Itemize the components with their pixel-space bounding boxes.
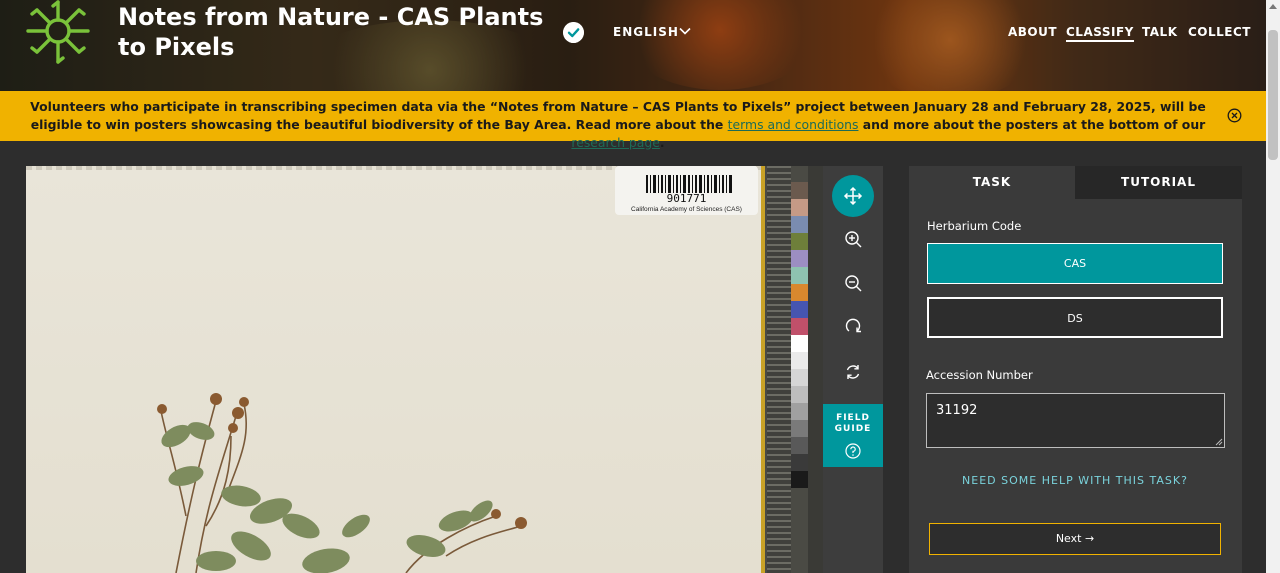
project-title[interactable]: Notes from Nature - CAS Plants to Pixels [118,2,578,62]
color-swatch [791,454,808,471]
terms-and-conditions-link[interactable]: terms and conditions [728,117,859,132]
banner-text-part-3: . [659,135,665,150]
verified-check-icon [563,22,584,43]
chevron-down-icon[interactable] [678,24,692,38]
herbarium-code-question: Herbarium Code [927,219,1022,233]
banner-message: Volunteers who participate in transcribi… [20,98,1216,152]
color-swatch [791,352,808,369]
specimen-image-viewer[interactable]: 901771 California Academy of Sciences (C… [26,166,823,573]
accession-number-field[interactable]: 31192 [926,393,1225,448]
color-swatch [791,216,808,233]
move-arrows-icon [843,186,863,206]
tab-tutorial[interactable]: TUTORIAL [1075,166,1242,199]
color-swatch [791,250,808,267]
color-swatch [791,233,808,250]
rotate-button[interactable] [832,305,874,347]
color-swatch [791,284,808,301]
resize-handle-icon[interactable] [1215,438,1223,446]
institution-label: California Academy of Sciences (CAS) [631,206,742,213]
color-swatch [791,386,808,403]
color-swatch [791,318,808,335]
nav-about[interactable]: ABOUT [1008,25,1057,39]
zoom-out-icon [845,275,862,292]
page-scrollbar[interactable] [1266,0,1280,573]
barcode-image [646,175,732,193]
color-swatch [791,471,808,488]
accession-number-question: Accession Number [926,368,1033,382]
nav-collect[interactable]: COLLECT [1188,25,1251,39]
research-page-link[interactable]: research page [571,135,660,150]
zoom-in-icon [845,231,862,248]
nav-talk[interactable]: TALK [1142,25,1178,39]
option-ds-button[interactable]: DS [927,297,1223,338]
close-banner-icon[interactable] [1227,108,1242,123]
color-swatch [791,182,808,199]
scroll-up-arrow-icon[interactable] [1269,4,1277,9]
task-help-link[interactable]: NEED SOME HELP WITH THIS TASK? [927,474,1223,487]
next-button[interactable]: Next → [929,523,1221,555]
option-cas-button[interactable]: CAS [927,243,1223,284]
pan-tool-button[interactable] [832,175,874,217]
color-swatch [791,369,808,386]
scrollbar-thumb[interactable] [1268,30,1278,160]
barcode-number: 901771 [666,192,707,205]
zoom-out-button[interactable] [832,262,874,304]
rotate-icon [845,318,861,333]
color-swatch [791,301,808,318]
language-selector[interactable]: ENGLISH [613,25,679,39]
field-guide-label: FIELD GUIDE [834,413,872,434]
color-swatch [791,199,808,216]
color-swatch [791,267,808,284]
announcement-banner: Volunteers who participate in transcribi… [0,91,1266,150]
color-swatch [791,420,808,437]
zoom-in-button[interactable] [832,218,874,260]
notes-from-nature-logo[interactable] [24,0,92,66]
scale-ruler [767,166,791,573]
reset-view-button[interactable] [832,351,874,393]
nav-classify[interactable]: CLASSIFY [1066,25,1134,42]
color-swatch [791,335,808,352]
banner-text-part-2: and more about the posters at the bottom… [858,117,1206,132]
color-swatch [791,437,808,454]
color-swatch [791,403,808,420]
tab-task[interactable]: TASK [909,166,1075,199]
refresh-icon [846,365,860,379]
help-question-icon [845,443,861,459]
pressed-plant-specimen [157,393,527,573]
